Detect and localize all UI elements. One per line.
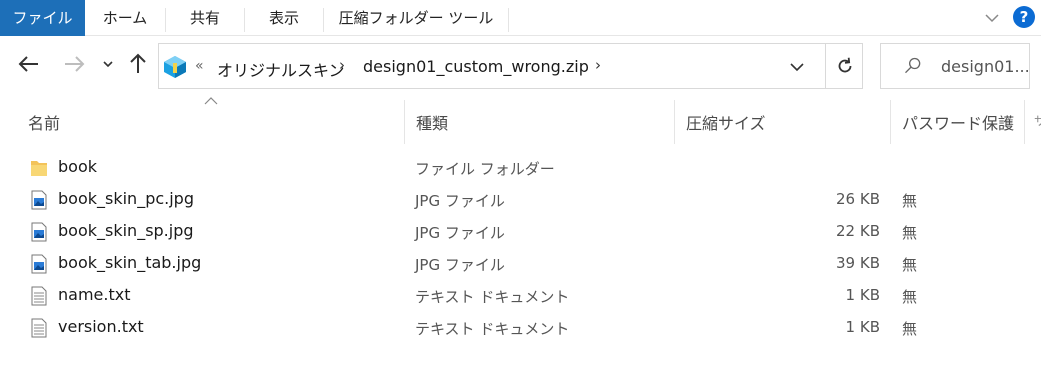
column-header-type[interactable]: 種類 [416,110,448,134]
image-file-icon [31,254,47,274]
file-password: 無 [902,256,918,274]
file-size: 22 KB [836,222,880,240]
file-row[interactable]: name.txt テキスト ドキュメント 1 KB 無 [0,280,1041,312]
recent-locations-chevron-icon[interactable] [98,50,118,78]
file-password: 無 [902,320,918,338]
column-divider[interactable] [890,100,891,144]
file-password: 無 [902,224,918,242]
breadcrumb-overflow[interactable]: « [195,58,204,74]
column-header-row: 名前 種類 圧縮サイズ パスワード保護 サ [0,97,1041,144]
back-arrow-icon[interactable] [15,50,43,78]
breadcrumb-separator-icon[interactable]: › [339,56,345,74]
breadcrumb-item[interactable]: オリジナルスキン [217,57,345,81]
file-password: 無 [902,288,918,306]
file-name: version.txt [58,317,144,336]
image-file-icon [31,190,47,210]
up-arrow-icon[interactable] [124,50,152,78]
tab-share[interactable]: 共有 [166,0,244,36]
ribbon: ファイル ホーム 共有 表示 圧縮フォルダー ツール ? [0,0,1041,36]
folder-icon [31,161,47,176]
file-name: book_skin_pc.jpg [58,189,194,208]
breadcrumb-separator-icon[interactable]: › [595,56,601,74]
text-file-icon [31,286,47,306]
sort-ascending-icon [204,97,218,105]
column-divider[interactable] [1024,100,1025,144]
column-header-name[interactable]: 名前 [28,110,60,134]
search-box[interactable]: design01... [880,43,1030,89]
column-divider[interactable] [674,100,675,144]
breadcrumb-item[interactable]: design01_custom_wrong.zip [363,57,589,76]
text-file-icon [31,318,47,338]
column-header-compressed-size[interactable]: 圧縮サイズ [686,110,766,134]
column-header-more[interactable]: サ [1034,112,1041,129]
column-divider[interactable] [404,100,405,144]
file-row[interactable]: book_skin_sp.jpg JPG ファイル 22 KB 無 [0,216,1041,248]
tab-file[interactable]: ファイル [0,0,85,36]
file-name: book_skin_tab.jpg [58,253,202,272]
tab-view[interactable]: 表示 [245,0,323,36]
file-password: 無 [902,192,918,210]
file-type: テキスト ドキュメント [415,320,570,338]
search-input[interactable]: design01... [941,57,1030,76]
tab-compressed-folder-tools[interactable]: 圧縮フォルダー ツール [324,0,508,36]
forward-arrow-icon[interactable] [60,50,88,78]
column-header-password[interactable]: パスワード保護 [902,110,1014,134]
navigation-bar: « オリジナルスキン › design01_custom_wrong.zip ›… [0,36,1041,96]
file-size: 1 KB [845,286,880,304]
file-type: JPG ファイル [415,192,505,210]
search-icon [905,57,921,74]
file-row[interactable]: version.txt テキスト ドキュメント 1 KB 無 [0,312,1041,344]
file-row[interactable]: book ファイル フォルダー [0,152,1041,184]
zip-folder-icon [164,56,186,78]
file-type: JPG ファイル [415,256,505,274]
refresh-icon [838,57,852,73]
ribbon-divider [508,8,509,32]
image-file-icon [31,222,47,242]
file-type: JPG ファイル [415,224,505,242]
file-row[interactable]: book_skin_pc.jpg JPG ファイル 26 KB 無 [0,184,1041,216]
file-name: name.txt [58,285,131,304]
file-name: book [58,157,97,176]
expand-ribbon-chevron-icon[interactable] [983,9,1001,27]
file-size: 1 KB [845,318,880,336]
refresh-button[interactable] [825,44,863,88]
file-row[interactable]: book_skin_tab.jpg JPG ファイル 39 KB 無 [0,248,1041,280]
file-type: ファイル フォルダー [415,160,555,178]
tab-home[interactable]: ホーム [85,0,165,36]
file-name: book_skin_sp.jpg [58,221,194,240]
file-size: 26 KB [836,190,880,208]
address-dropdown-icon[interactable] [788,59,806,75]
file-type: テキスト ドキュメント [415,288,570,306]
help-button[interactable]: ? [1013,6,1035,28]
address-bar[interactable]: « オリジナルスキン › design01_custom_wrong.zip › [158,43,863,89]
file-size: 39 KB [836,254,880,272]
